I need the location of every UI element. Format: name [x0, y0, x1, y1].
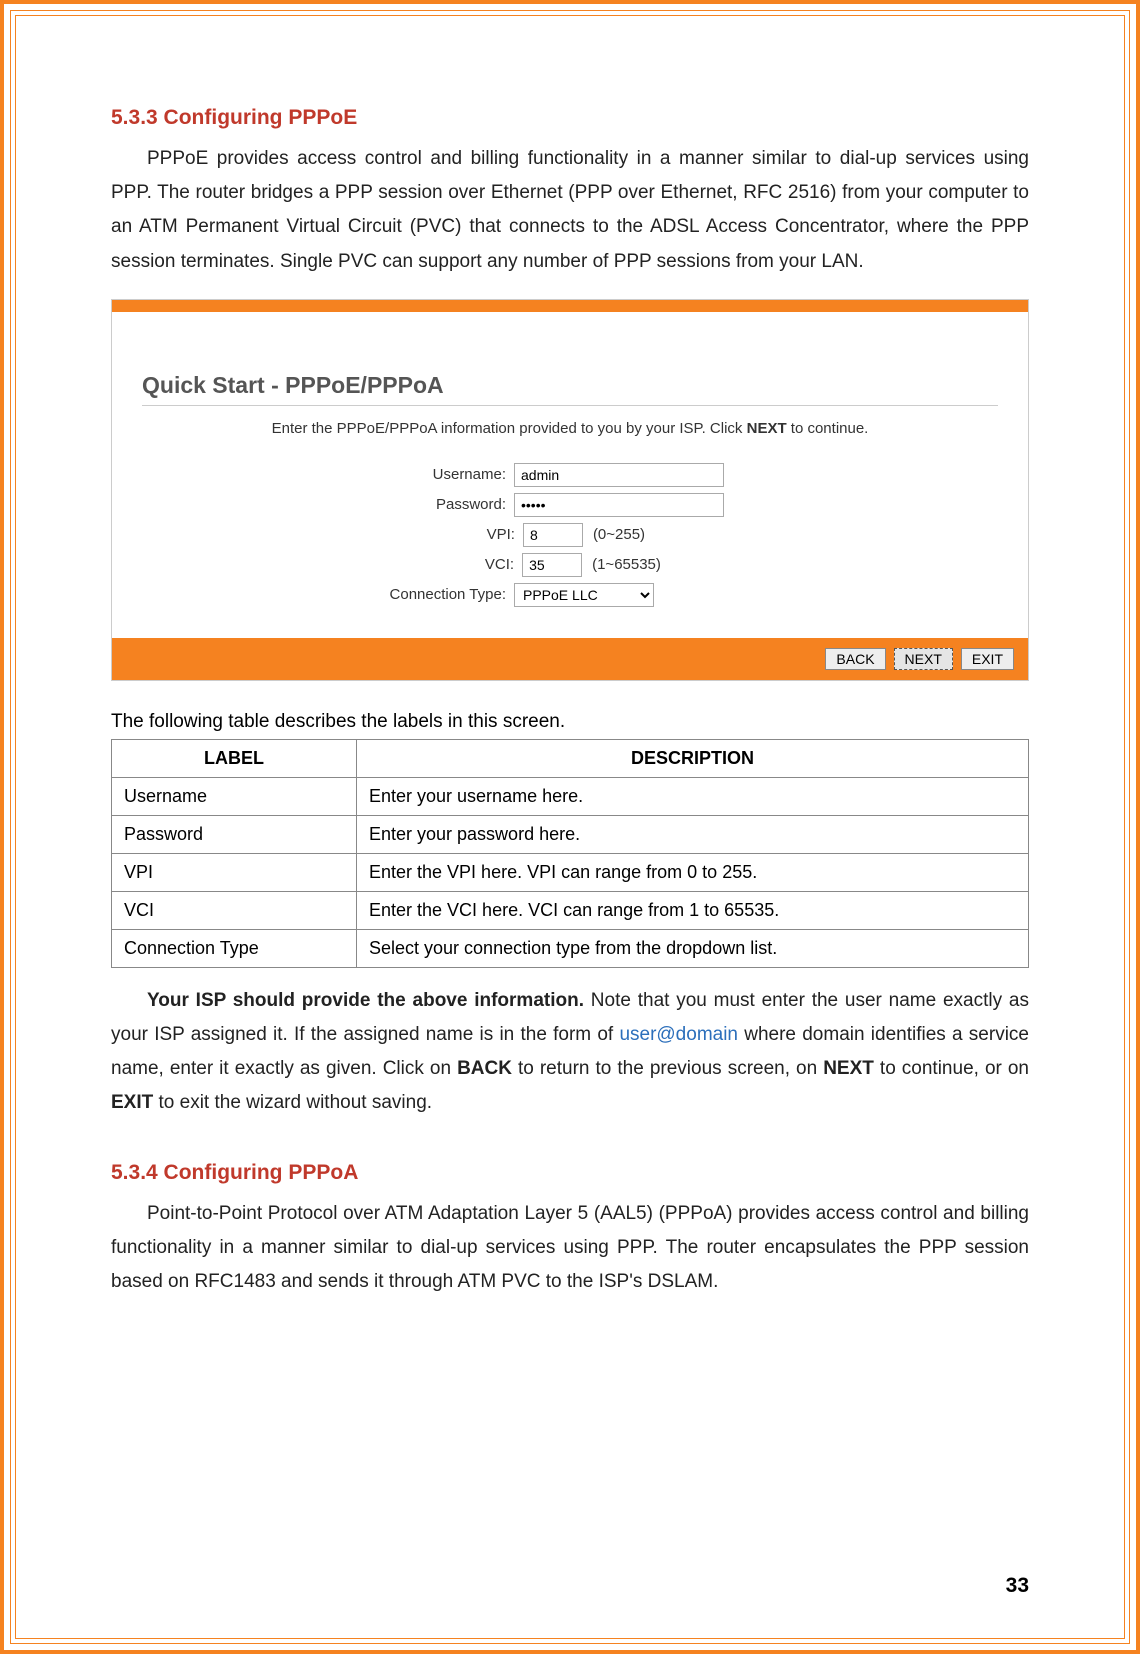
quickstart-title: Quick Start - PPPoE/PPPoA — [142, 372, 998, 406]
back-button[interactable]: BACK — [825, 648, 885, 670]
cell-label: Password — [112, 815, 357, 853]
quickstart-instruction: Enter the PPPoE/PPPoA information provid… — [142, 420, 998, 437]
next-button[interactable]: NEXT — [894, 648, 953, 670]
after-part5: to exit the wizard without saving. — [153, 1092, 432, 1113]
label-conntype: Connection Type: — [256, 586, 514, 603]
password-field[interactable] — [514, 493, 724, 517]
table-row: Password Enter your password here. — [112, 815, 1029, 853]
after-bold-next: NEXT — [823, 1058, 874, 1079]
section-heading-pppoe: 5.3.3 Configuring PPPoE — [111, 106, 1029, 130]
cell-desc: Select your connection type from the dro… — [357, 929, 1029, 967]
label-vci: VCI: — [264, 556, 522, 573]
instr-post: to continue. — [787, 420, 869, 437]
hint-vpi: (0~255) — [593, 526, 645, 543]
vpi-field[interactable] — [523, 523, 583, 547]
shot-top-bar — [112, 300, 1028, 312]
cell-desc: Enter the VCI here. VCI can range from 1… — [357, 891, 1029, 929]
th-label: LABEL — [112, 739, 357, 777]
exit-button[interactable]: EXIT — [961, 648, 1014, 670]
paragraph-pppoa: Point-to-Point Protocol over ATM Adaptat… — [111, 1197, 1029, 1300]
cell-label: Username — [112, 777, 357, 815]
section-heading-pppoa: 5.3.4 Configuring PPPoA — [111, 1161, 1029, 1185]
after-bold1: Your ISP should provide the above inform… — [147, 990, 584, 1011]
table-row: VPI Enter the VPI here. VPI can range fr… — [112, 853, 1029, 891]
cell-desc: Enter your username here. — [357, 777, 1029, 815]
label-vpi: VPI: — [265, 526, 523, 543]
after-bold-back: BACK — [457, 1058, 512, 1079]
table-row: Connection Type Select your connection t… — [112, 929, 1029, 967]
cell-label: VCI — [112, 891, 357, 929]
wizard-button-bar: BACK NEXT EXIT — [112, 638, 1028, 680]
user-domain-link[interactable]: user@domain — [619, 1024, 738, 1045]
description-table: LABEL DESCRIPTION Username Enter your us… — [111, 739, 1029, 968]
after-bold-exit: EXIT — [111, 1092, 153, 1113]
after-part3: to return to the previous screen, on — [512, 1058, 823, 1079]
label-username: Username: — [256, 466, 514, 483]
page-number: 33 — [1006, 1574, 1029, 1598]
label-password: Password: — [256, 496, 514, 513]
connection-type-select[interactable]: PPPoE LLC — [514, 583, 654, 607]
cell-label: Connection Type — [112, 929, 357, 967]
hint-vci: (1~65535) — [592, 556, 661, 573]
instr-bold: NEXT — [747, 420, 787, 437]
cell-desc: Enter your password here. — [357, 815, 1029, 853]
table-row: VCI Enter the VCI here. VCI can range fr… — [112, 891, 1029, 929]
paragraph-pppoe: PPPoE provides access control and billin… — [111, 142, 1029, 279]
after-part4: to continue, or on — [874, 1058, 1029, 1079]
instr-pre: Enter the PPPoE/PPPoA information provid… — [272, 420, 747, 437]
quickstart-screenshot: Quick Start - PPPoE/PPPoA Enter the PPPo… — [111, 299, 1029, 681]
username-field[interactable] — [514, 463, 724, 487]
cell-desc: Enter the VPI here. VPI can range from 0… — [357, 853, 1029, 891]
vci-field[interactable] — [522, 553, 582, 577]
table-row: Username Enter your username here. — [112, 777, 1029, 815]
th-desc: DESCRIPTION — [357, 739, 1029, 777]
table-intro: The following table describes the labels… — [111, 711, 1029, 733]
cell-label: VPI — [112, 853, 357, 891]
after-table-paragraph: Your ISP should provide the above inform… — [111, 984, 1029, 1121]
